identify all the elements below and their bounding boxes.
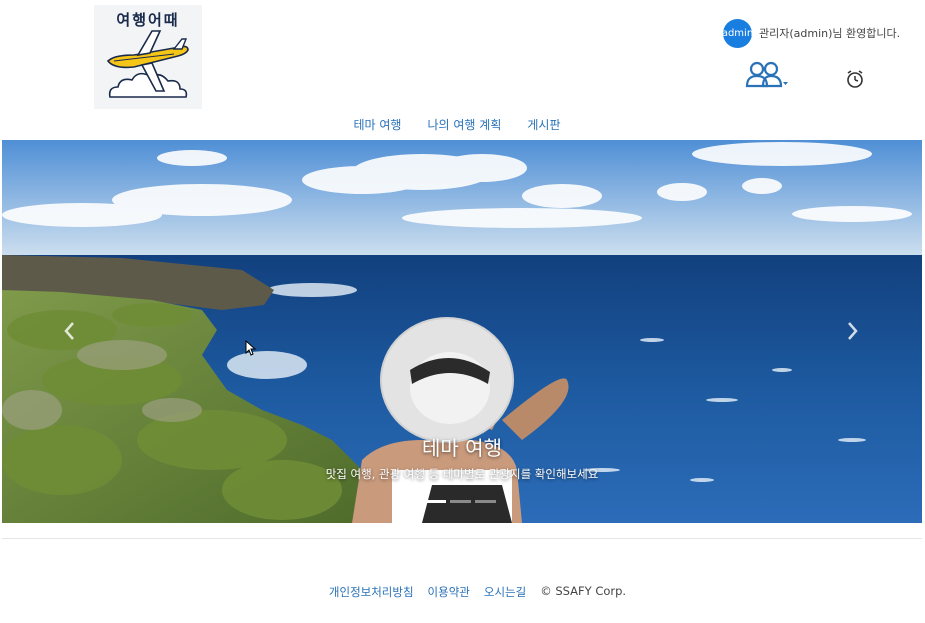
nav-board[interactable]: 게시판 bbox=[527, 116, 560, 133]
carousel-indicator-1[interactable] bbox=[425, 500, 446, 503]
chevron-left-icon bbox=[64, 322, 74, 340]
carousel-indicator-3[interactable] bbox=[475, 500, 496, 503]
users-icon[interactable] bbox=[745, 61, 789, 89]
alarm-clock-icon[interactable] bbox=[845, 69, 865, 89]
user-welcome: admin 관리자(admin)님 환영합니다. bbox=[722, 18, 901, 48]
welcome-text: 관리자(admin)님 환영합니다. bbox=[759, 27, 901, 40]
logo-text: 여행어때 bbox=[116, 11, 180, 29]
chevron-right-icon bbox=[848, 322, 858, 340]
footer-privacy-link[interactable]: 개인정보처리방침 bbox=[329, 584, 414, 600]
main-nav: 테마 여행 나의 여행 계획 게시판 bbox=[0, 116, 925, 133]
carousel-indicators bbox=[425, 500, 496, 503]
carousel-next-button[interactable] bbox=[840, 318, 864, 344]
mouse-cursor-icon bbox=[245, 340, 257, 356]
footer-directions-link[interactable]: 오시는길 bbox=[484, 584, 526, 600]
nav-theme-travel[interactable]: 테마 여행 bbox=[354, 116, 402, 133]
avatar[interactable]: admin bbox=[722, 18, 753, 48]
footer-divider bbox=[2, 538, 922, 539]
hero-carousel[interactable]: 테마 여행 맛집 여행, 관광 여행 등 테마별로 관광지를 확인해보세요 bbox=[2, 140, 922, 523]
carousel-text: 맛집 여행, 관광 여행 등 테마별로 관광지를 확인해보세요 bbox=[325, 467, 599, 481]
carousel-prev-button[interactable] bbox=[58, 318, 82, 344]
footer-terms-link[interactable]: 이용약관 bbox=[428, 584, 470, 600]
site-logo[interactable]: 여행어때 bbox=[94, 5, 202, 109]
carousel-title: 테마 여행 bbox=[422, 436, 502, 460]
footer-copyright: © SSAFY Corp. bbox=[540, 584, 627, 598]
carousel-indicator-2[interactable] bbox=[450, 500, 471, 503]
footer: 개인정보처리방침 이용약관 오시는길 © SSAFY Corp. bbox=[0, 584, 925, 600]
nav-my-plan[interactable]: 나의 여행 계획 bbox=[427, 116, 501, 133]
